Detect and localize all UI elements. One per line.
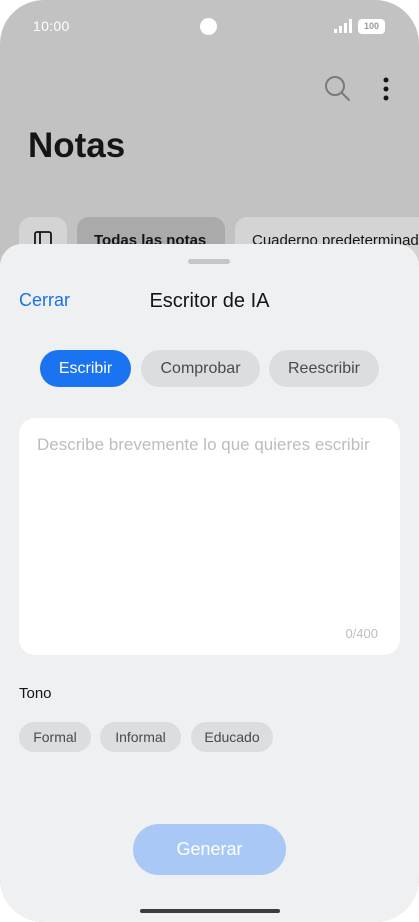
tone-polite-chip[interactable]: Educado <box>191 722 273 752</box>
search-icon[interactable] <box>323 74 353 104</box>
character-counter: 0/400 <box>345 626 378 641</box>
generate-button[interactable]: Generar <box>133 824 286 875</box>
tone-informal-chip[interactable]: Informal <box>100 722 181 752</box>
tone-label: Tono <box>19 685 52 702</box>
drag-handle[interactable] <box>188 259 230 264</box>
notes-app-background: Notas Todas las notas Cuaderno predeterm… <box>0 0 419 265</box>
prompt-input[interactable] <box>37 432 382 612</box>
prompt-box: 0/400 <box>19 418 400 655</box>
tab-check[interactable]: Comprobar <box>141 350 260 387</box>
close-button[interactable]: Cerrar <box>19 290 70 311</box>
tab-rewrite[interactable]: Reescribir <box>269 350 379 387</box>
phone-screen: 10:00 100 Notas Todas las notas Cuaderno… <box>0 0 419 922</box>
more-vertical-icon[interactable] <box>376 74 396 104</box>
home-indicator[interactable] <box>140 909 280 913</box>
tab-write[interactable]: Escribir <box>40 350 131 387</box>
ai-writer-sheet: Escritor de IA Cerrar Escribir Comprobar… <box>0 244 419 922</box>
tone-formal-chip[interactable]: Formal <box>19 722 91 752</box>
app-title: Notas <box>28 126 126 165</box>
